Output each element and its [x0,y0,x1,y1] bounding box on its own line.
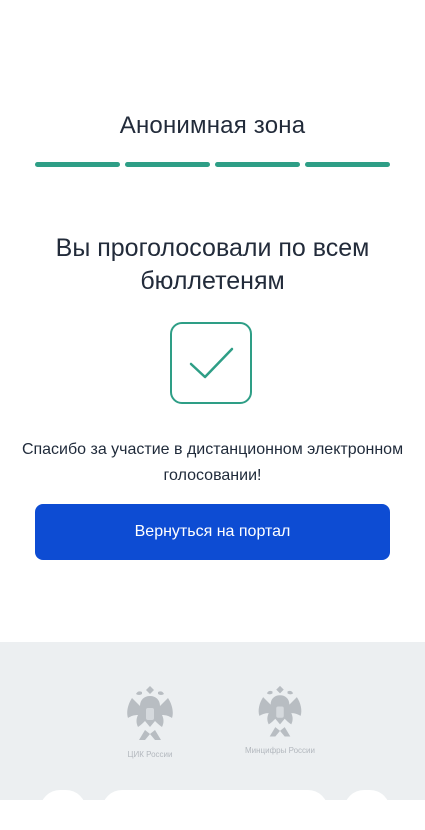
progress-step-2 [125,162,210,167]
progress-step-4 [305,162,390,167]
bottom-control-center[interactable] [102,790,328,830]
main-content: Анонимная зона Вы проголосовали по всем … [0,0,425,642]
footer: ЦИК России Минцифры России [0,642,425,830]
mintsifry-label: Минцифры России [245,746,315,755]
checkmark-icon [170,322,252,404]
progress-step-1 [35,162,120,167]
thanks-text: Спасибо за участие в дистанционном элект… [21,441,404,484]
page-title: Анонимная зона [119,112,306,139]
return-to-portal-button[interactable]: Вернуться на портал [35,504,390,560]
cik-emblem: ЦИК России [110,684,190,759]
cik-label: ЦИК России [127,750,173,759]
mintsifry-emblem: Минцифры России [240,684,320,755]
bottom-control-right[interactable] [344,790,390,830]
progress-step-3 [215,162,300,167]
cik-emblem-icon [127,686,173,740]
bottom-control-left[interactable] [40,790,86,830]
result-headline: Вы проголосовали по всем бюллетеням [55,234,370,295]
mintsifry-emblem-icon [258,685,302,737]
progress-bar [35,162,390,167]
